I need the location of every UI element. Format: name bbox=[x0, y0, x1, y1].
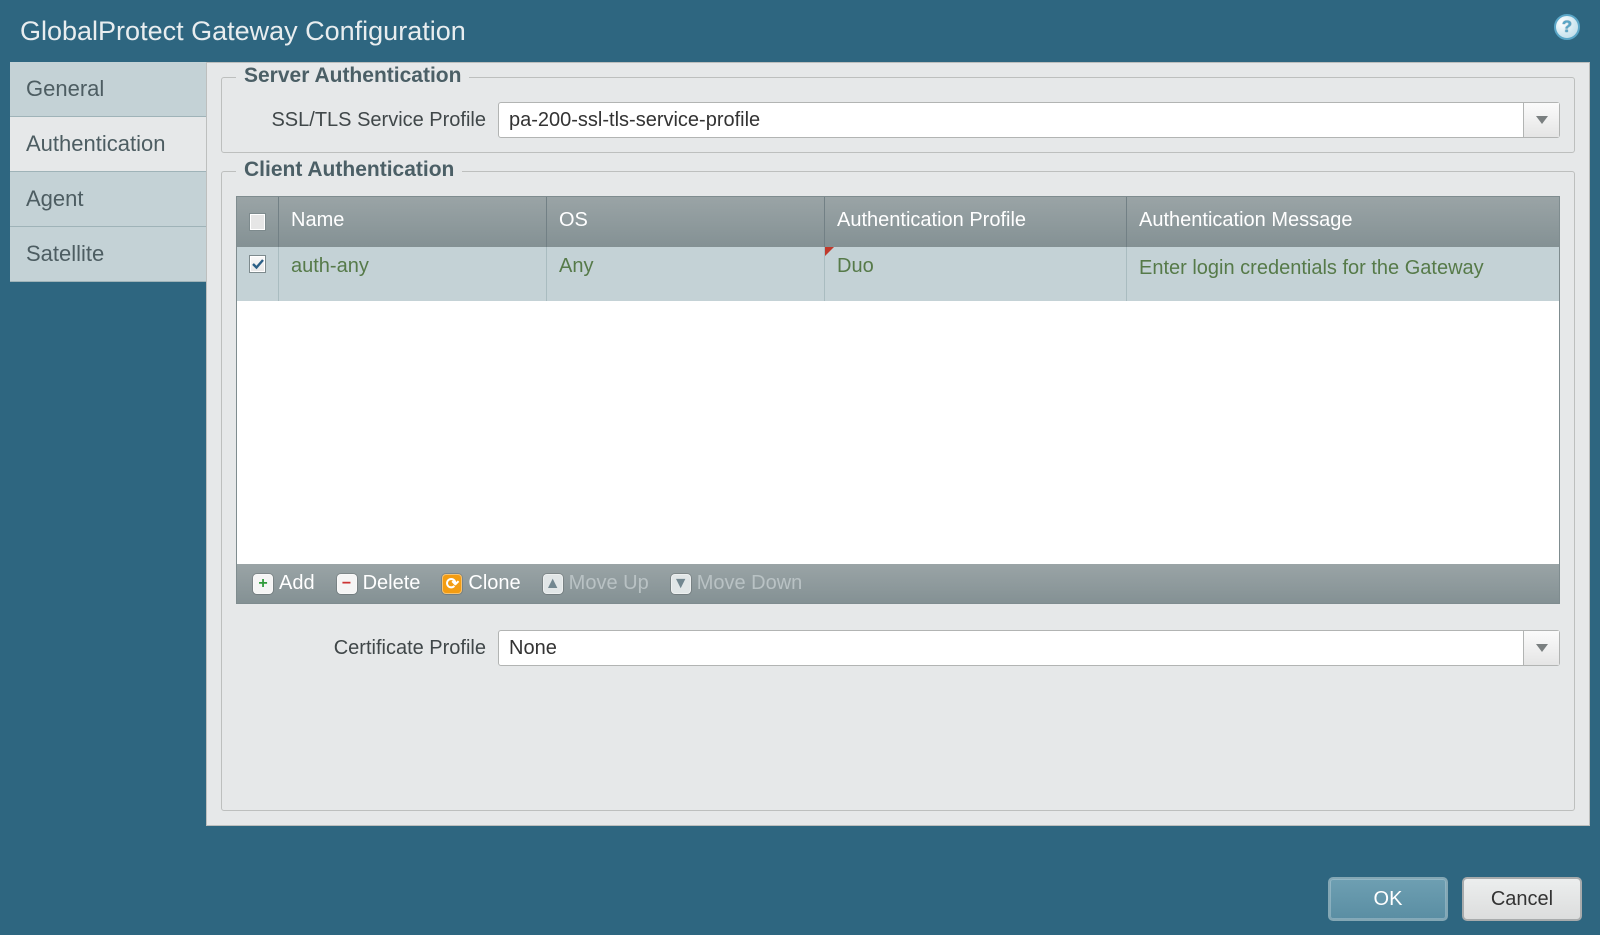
certificate-profile-input[interactable] bbox=[499, 631, 1523, 665]
column-header-checkbox[interactable] bbox=[237, 197, 279, 247]
grid-header: Name OS Authentication Profile Authentic… bbox=[237, 197, 1559, 247]
tab-authentication[interactable]: Authentication bbox=[10, 117, 206, 172]
add-button[interactable]: + Add bbox=[245, 570, 323, 597]
tab-general[interactable]: General bbox=[10, 62, 206, 117]
panel-authentication: Server Authentication SSL/TLS Service Pr… bbox=[206, 62, 1590, 826]
fieldset-server-authentication: Server Authentication SSL/TLS Service Pr… bbox=[221, 77, 1575, 153]
fieldset-client-authentication: Client Authentication Name OS Authentica… bbox=[221, 171, 1575, 811]
column-header-authentication-message[interactable]: Authentication Message bbox=[1127, 197, 1559, 247]
grid-body: auth-any Any Duo Enter login credentials… bbox=[237, 247, 1559, 564]
add-button-label: Add bbox=[279, 572, 315, 595]
minus-icon: − bbox=[337, 574, 357, 594]
ssl-tls-service-profile-combo[interactable] bbox=[498, 102, 1560, 138]
plus-icon: + bbox=[253, 574, 273, 594]
row-checkbox-icon[interactable] bbox=[249, 255, 266, 273]
table-row[interactable]: auth-any Any Duo Enter login credentials… bbox=[237, 247, 1559, 301]
column-header-os[interactable]: OS bbox=[547, 197, 825, 247]
cancel-button[interactable]: Cancel bbox=[1462, 877, 1582, 921]
certificate-profile-dropdown-icon[interactable] bbox=[1523, 631, 1559, 665]
ssl-tls-service-profile-input[interactable] bbox=[499, 103, 1523, 137]
ssl-tls-service-profile-dropdown-icon[interactable] bbox=[1523, 103, 1559, 137]
dialog-title: GlobalProtect Gateway Configuration bbox=[20, 16, 466, 47]
move-down-button: ▼ Move Down bbox=[663, 570, 811, 597]
move-down-button-label: Move Down bbox=[697, 572, 803, 595]
clone-button-label: Clone bbox=[468, 572, 520, 595]
ok-button[interactable]: OK bbox=[1328, 877, 1448, 921]
certificate-profile-combo[interactable] bbox=[498, 630, 1560, 666]
clone-icon: ⟳ bbox=[442, 574, 462, 594]
ssl-tls-service-profile-label: SSL/TLS Service Profile bbox=[236, 109, 488, 132]
tab-list: General Authentication Agent Satellite bbox=[10, 62, 206, 826]
cell-authentication-profile: Duo bbox=[825, 247, 1127, 301]
certificate-profile-label: Certificate Profile bbox=[236, 637, 488, 660]
move-up-button-label: Move Up bbox=[569, 572, 649, 595]
client-auth-grid: Name OS Authentication Profile Authentic… bbox=[236, 196, 1560, 604]
clone-button[interactable]: ⟳ Clone bbox=[434, 570, 528, 597]
dialog-window: GlobalProtect Gateway Configuration ? Ge… bbox=[0, 0, 1600, 935]
help-icon[interactable]: ? bbox=[1554, 14, 1580, 40]
grid-toolbar: + Add − Delete ⟳ Clone ▲ bbox=[237, 564, 1559, 603]
arrow-down-icon: ▼ bbox=[671, 574, 691, 594]
arrow-up-icon: ▲ bbox=[543, 574, 563, 594]
dialog-body: General Authentication Agent Satellite S… bbox=[0, 62, 1600, 836]
select-all-checkbox-icon[interactable] bbox=[249, 213, 266, 231]
tab-agent[interactable]: Agent bbox=[10, 172, 206, 227]
move-up-button: ▲ Move Up bbox=[535, 570, 657, 597]
cell-os: Any bbox=[547, 247, 825, 301]
column-header-authentication-profile[interactable]: Authentication Profile bbox=[825, 197, 1127, 247]
legend-server-authentication: Server Authentication bbox=[236, 64, 469, 88]
tab-satellite[interactable]: Satellite bbox=[10, 227, 206, 282]
delete-button[interactable]: − Delete bbox=[329, 570, 429, 597]
cell-name[interactable]: auth-any bbox=[279, 247, 547, 301]
legend-client-authentication: Client Authentication bbox=[236, 158, 462, 182]
dialog-titlebar: GlobalProtect Gateway Configuration ? bbox=[0, 0, 1600, 62]
column-header-name[interactable]: Name bbox=[279, 197, 547, 247]
cell-authentication-message: Enter login credentials for the Gateway bbox=[1127, 247, 1559, 301]
dialog-footer: OK Cancel bbox=[1328, 877, 1582, 921]
delete-button-label: Delete bbox=[363, 572, 421, 595]
